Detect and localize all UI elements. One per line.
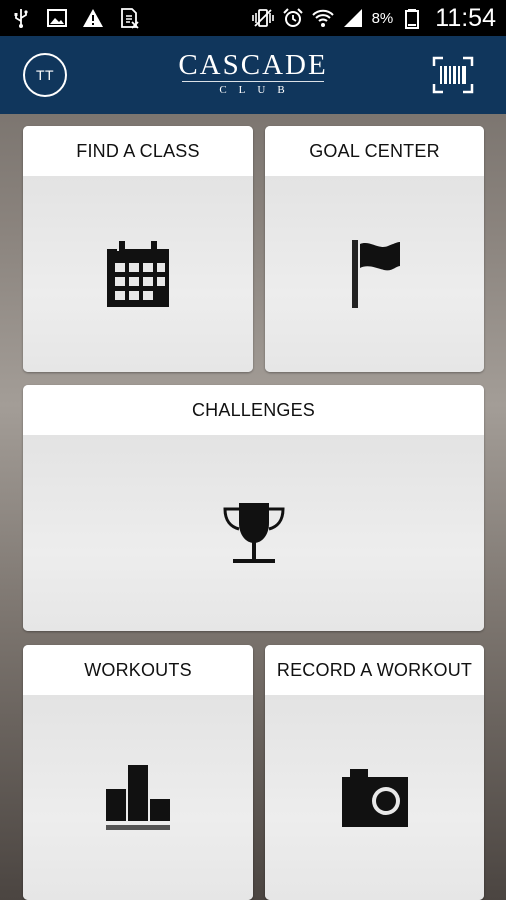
tile-challenges-label: CHALLENGES [23,385,484,435]
tile-goal-center[interactable]: GOAL CENTER [265,126,484,372]
camera-icon [340,767,410,829]
logo-sub-text: CLUB [219,84,297,96]
barcode-scan-button[interactable] [432,56,474,94]
cascade-club-logo: CASCADE CLUB [160,50,346,96]
tile-record-a-workout[interactable]: RECORD A WORKOUT [265,645,484,900]
image-icon [46,7,68,29]
tile-find-a-class[interactable]: FIND A CLASS [23,126,253,372]
tile-record-a-workout-label: RECORD A WORKOUT [265,645,484,695]
tile-challenges[interactable]: CHALLENGES [23,385,484,631]
logo-divider [182,81,324,82]
barcode-scan-icon [432,56,474,94]
vibrate-icon [251,7,274,29]
user-avatar[interactable]: TT [23,53,67,97]
tile-workouts-label: WORKOUTS [23,645,253,695]
signal-icon [342,7,364,29]
status-bar: 8% 11:54 [0,0,506,36]
wifi-icon [311,7,334,29]
battery-percent: 8% [371,9,394,27]
warning-icon [82,7,104,29]
tile-find-a-class-label: FIND A CLASS [23,126,253,176]
alarm-icon [282,7,304,29]
battery-icon [401,7,423,29]
usb-icon [10,7,32,29]
status-system: 8% 11:54 [251,3,496,33]
bar-chart-icon [104,763,172,833]
clock: 11:54 [435,3,496,32]
status-notifications [10,7,140,29]
sim-icon [118,7,140,29]
flag-icon [348,238,402,310]
trophy-icon [221,501,287,565]
tile-goal-center-label: GOAL CENTER [265,126,484,176]
calendar-icon [105,239,171,309]
app-header: TT CASCADE CLUB [0,36,506,114]
logo-main-text: CASCADE [178,49,328,81]
tile-workouts[interactable]: WORKOUTS [23,645,253,900]
